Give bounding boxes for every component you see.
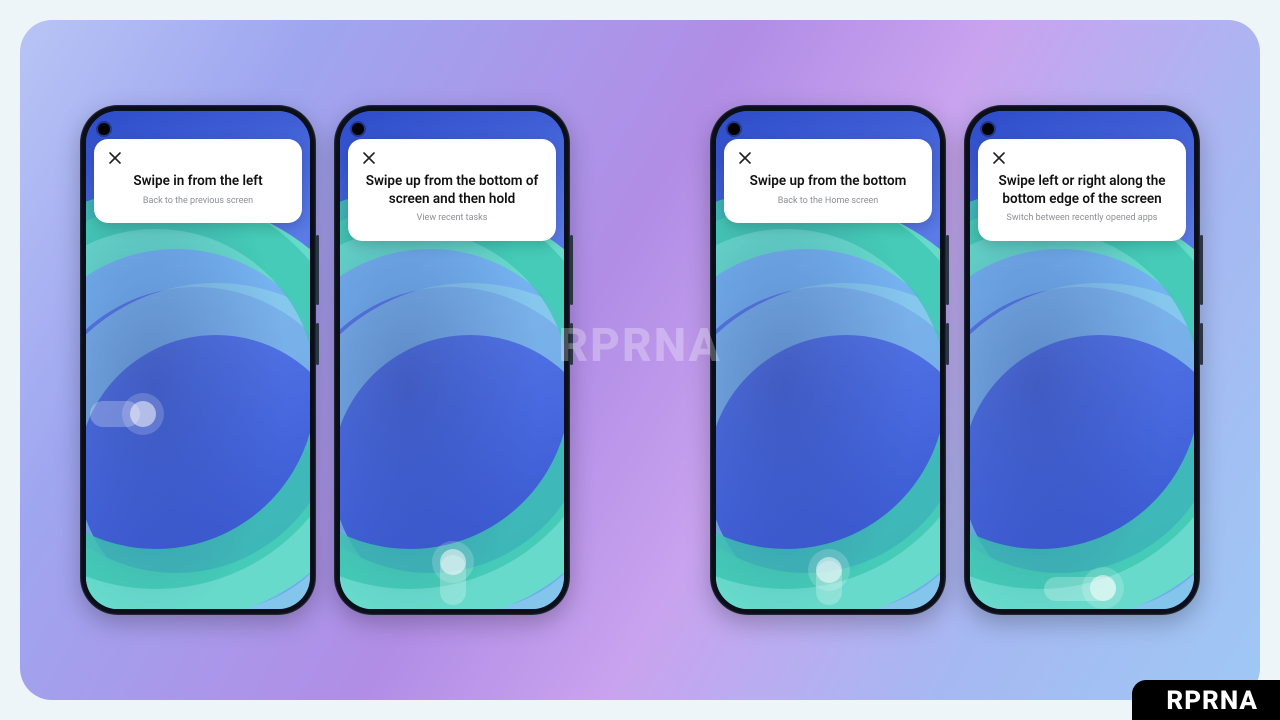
power-button <box>316 323 319 365</box>
gesture-title: Swipe left or right along the bottom edg… <box>992 173 1172 208</box>
close-button[interactable] <box>738 151 752 165</box>
phone-mockup: Swipe up from the bottom of screen and t… <box>334 105 570 615</box>
touch-indicator <box>816 557 842 583</box>
punch-hole-camera <box>98 123 110 135</box>
volume-button <box>946 235 949 305</box>
close-icon <box>993 152 1005 164</box>
gesture-subtitle: Switch between recently opened apps <box>992 213 1172 225</box>
gesture-subtitle: View recent tasks <box>362 213 542 225</box>
punch-hole-camera <box>352 123 364 135</box>
phone-mockup: Swipe up from the bottom Back to the Hom… <box>710 105 946 615</box>
close-icon <box>363 152 375 164</box>
volume-button <box>316 235 319 305</box>
volume-button <box>1200 235 1203 305</box>
volume-button <box>570 235 573 305</box>
punch-hole-camera <box>982 123 994 135</box>
punch-hole-camera <box>728 123 740 135</box>
power-button <box>570 323 573 365</box>
close-icon <box>109 152 121 164</box>
gesture-title: Swipe in from the left <box>108 173 288 191</box>
phone-mockup: Swipe in from the left Back to the previ… <box>80 105 316 615</box>
close-button[interactable] <box>992 151 1006 165</box>
phone-mockup: Swipe left or right along the bottom edg… <box>964 105 1200 615</box>
phone-screen: Swipe up from the bottom Back to the Hom… <box>716 111 940 609</box>
power-button <box>1200 323 1203 365</box>
promo-canvas: Swipe in from the left Back to the previ… <box>20 20 1260 700</box>
gesture-title: Swipe up from the bottom of screen and t… <box>362 173 542 208</box>
phone-screen: Swipe up from the bottom of screen and t… <box>340 111 564 609</box>
gesture-title: Swipe up from the bottom <box>738 173 918 191</box>
touch-indicator <box>130 401 156 427</box>
touch-indicator <box>1090 575 1116 601</box>
phone-pair-right: Swipe up from the bottom Back to the Hom… <box>710 105 1200 615</box>
phone-screen: Swipe left or right along the bottom edg… <box>970 111 1194 609</box>
gesture-card: Swipe up from the bottom of screen and t… <box>348 139 556 241</box>
close-button[interactable] <box>362 151 376 165</box>
phone-pair-left: Swipe in from the left Back to the previ… <box>80 105 570 615</box>
gesture-card: Swipe in from the left Back to the previ… <box>94 139 302 223</box>
close-icon <box>739 152 751 164</box>
watermark-center: RPRNA <box>558 319 721 373</box>
gesture-card: Swipe up from the bottom Back to the Hom… <box>724 139 932 223</box>
watermark-corner: RPRNA <box>1132 680 1280 720</box>
gesture-subtitle: Back to the previous screen <box>108 196 288 208</box>
gesture-card: Swipe left or right along the bottom edg… <box>978 139 1186 241</box>
gesture-subtitle: Back to the Home screen <box>738 196 918 208</box>
power-button <box>946 323 949 365</box>
touch-indicator <box>440 549 466 575</box>
close-button[interactable] <box>108 151 122 165</box>
phone-screen: Swipe in from the left Back to the previ… <box>86 111 310 609</box>
